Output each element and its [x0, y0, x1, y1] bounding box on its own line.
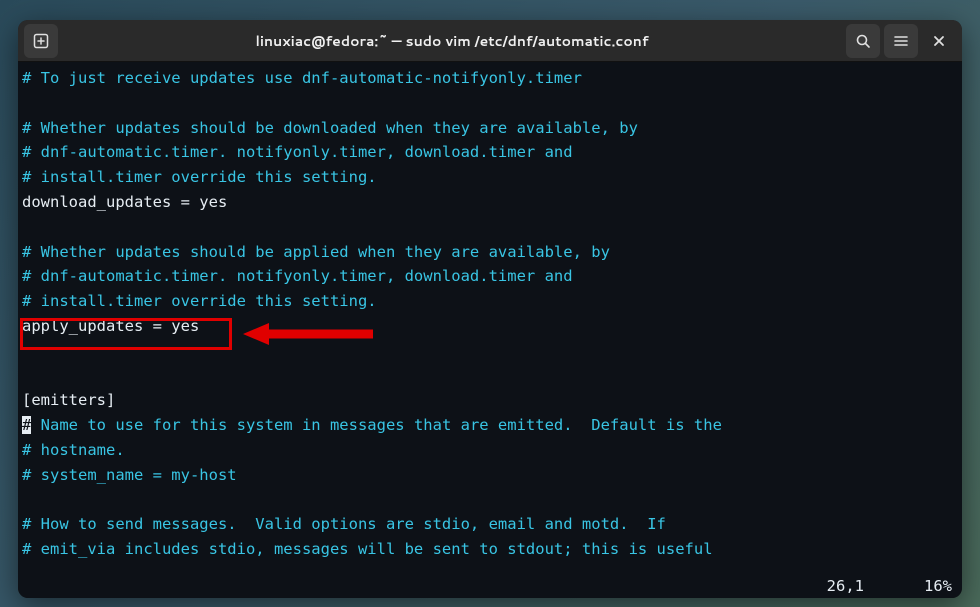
editor-line: # install.timer override this setting.: [22, 289, 958, 314]
hamburger-icon: [893, 33, 909, 49]
file-percent: 16%: [924, 577, 952, 595]
editor-line: [22, 339, 958, 364]
terminal-window: linuxiac@fedora:~ — sudo vim /etc/dnf/au…: [18, 20, 962, 598]
window-title: linuxiac@fedora:~ — sudo vim /etc/dnf/au…: [58, 31, 846, 51]
editor-line: # hostname.: [22, 438, 958, 463]
editor-area[interactable]: # To just receive updates use dnf-automa…: [18, 62, 962, 574]
editor-line: # install.timer override this setting.: [22, 165, 958, 190]
editor-line: # How to send messages. Valid options ar…: [22, 512, 958, 537]
editor-line: download_updates = yes: [22, 190, 958, 215]
editor-line: # dnf-automatic.timer. notifyonly.timer,…: [22, 140, 958, 165]
editor-line: # system_name = my-host: [22, 463, 958, 488]
titlebar-left: [24, 24, 58, 58]
editor-line: [22, 91, 958, 116]
editor-line: # To just receive updates use dnf-automa…: [22, 66, 958, 91]
new-tab-icon: [33, 33, 49, 49]
titlebar: linuxiac@fedora:~ — sudo vim /etc/dnf/au…: [18, 20, 962, 62]
editor-line: # emit_via includes stdio, messages will…: [22, 537, 958, 562]
editor-line: [emitters]: [22, 388, 958, 413]
editor-line: [22, 488, 958, 513]
editor-line: [22, 364, 958, 389]
vim-cursor: #: [22, 416, 31, 434]
close-button[interactable]: [922, 24, 956, 58]
editor-line: # Whether updates should be applied when…: [22, 240, 958, 265]
menu-button[interactable]: [884, 24, 918, 58]
editor-line: apply_updates = yes: [22, 314, 958, 339]
search-icon: [855, 33, 871, 49]
editor-line: # dnf-automatic.timer. notifyonly.timer,…: [22, 264, 958, 289]
editor-line: # Name to use for this system in message…: [22, 413, 958, 438]
new-tab-button[interactable]: [24, 24, 58, 58]
editor-line: [22, 215, 958, 240]
editor-line: # Whether updates should be downloaded w…: [22, 116, 958, 141]
close-icon: [932, 34, 946, 48]
titlebar-right: [846, 24, 956, 58]
vim-statusbar: 26,1 16%: [18, 574, 962, 598]
cursor-position: 26,1: [827, 577, 864, 595]
search-button[interactable]: [846, 24, 880, 58]
